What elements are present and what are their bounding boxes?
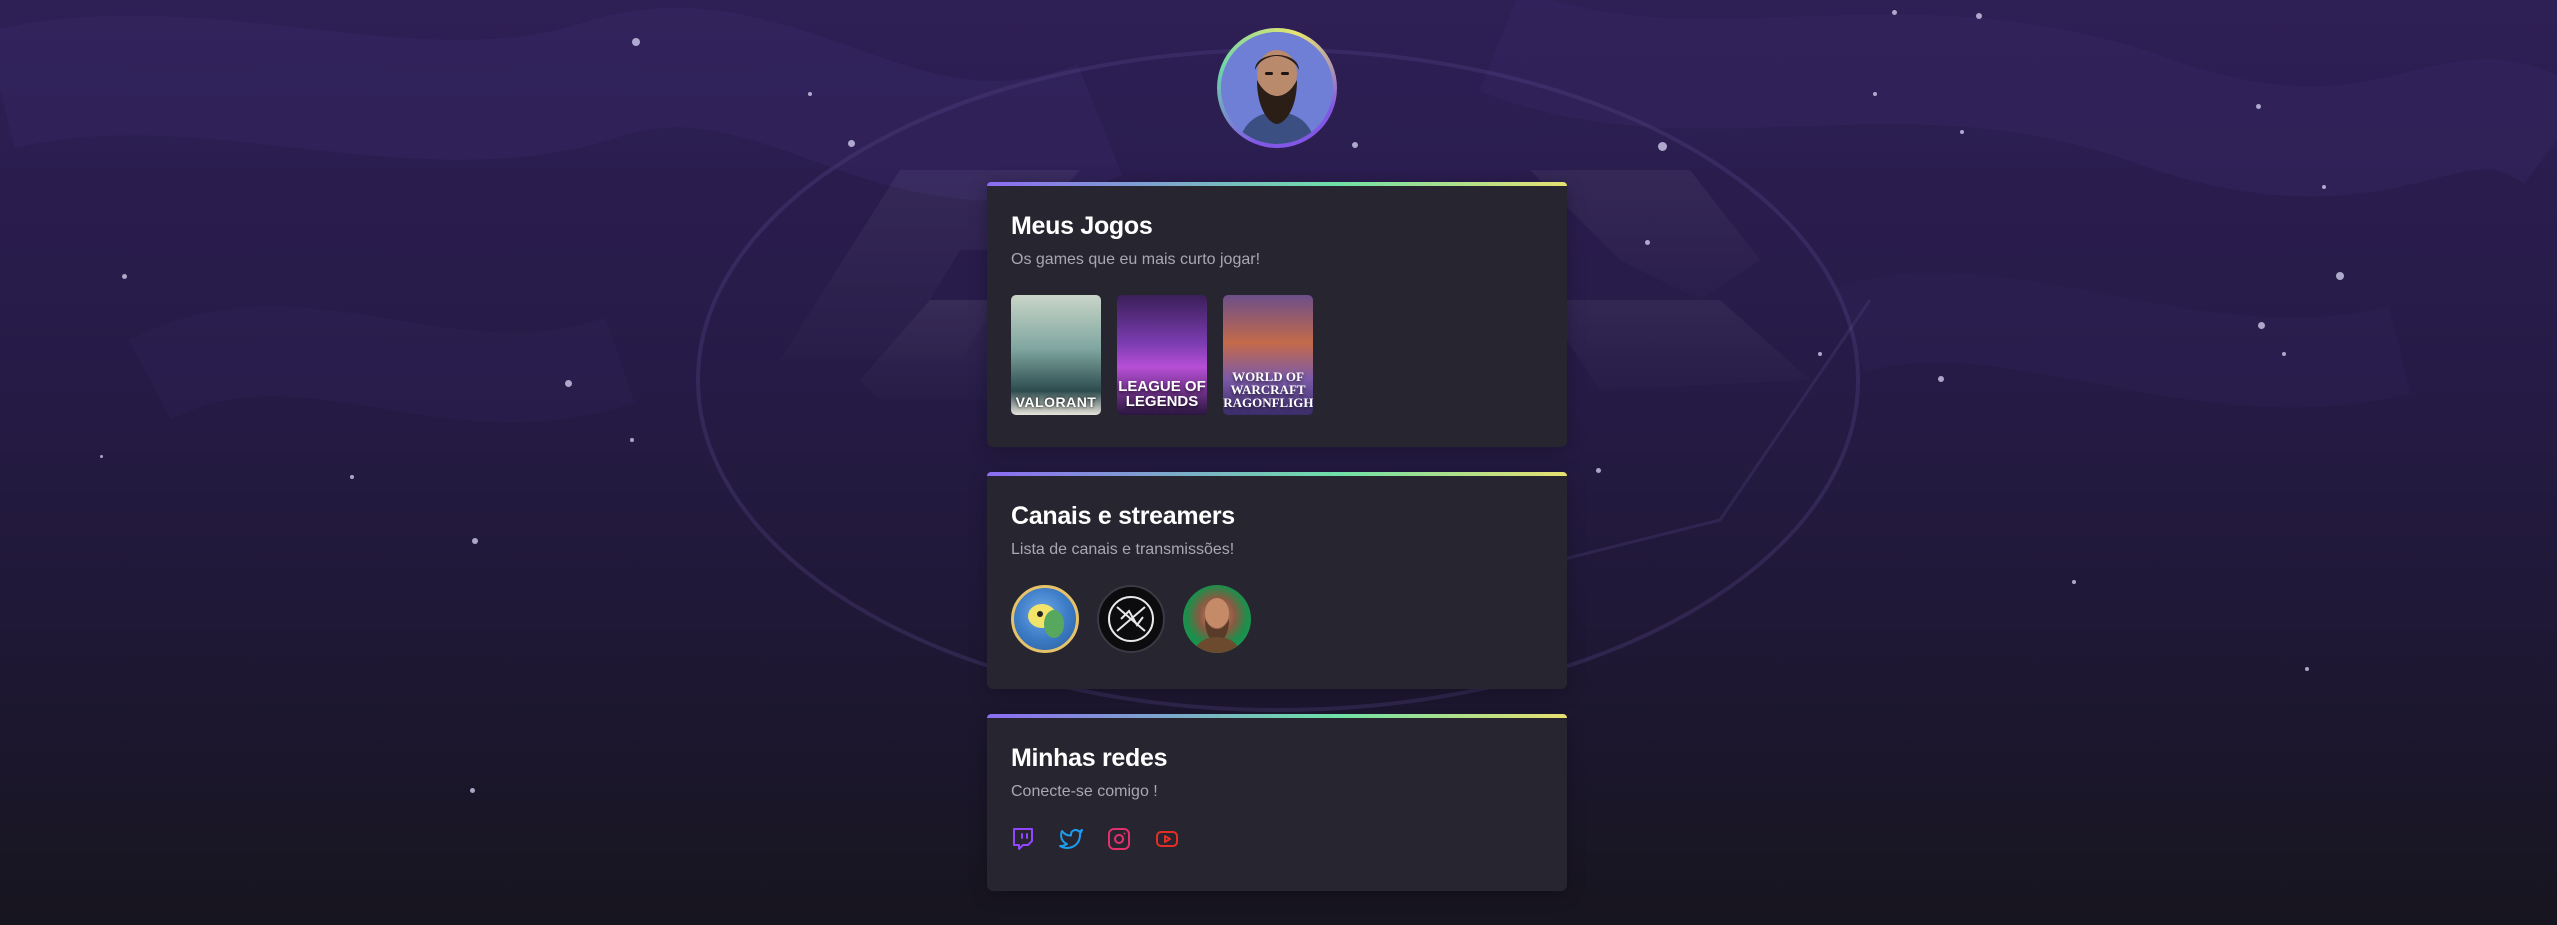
- game-cover-label: LEAGUE OF LEGENDS: [1118, 378, 1206, 410]
- games-card: Meus Jogos Os games que eu mais curto jo…: [987, 182, 1567, 447]
- profile-avatar-ring: [1217, 28, 1337, 148]
- socials-card: Minhas redes Conecte-se comigo !: [987, 714, 1567, 891]
- socials-card-subtitle: Conecte-se comigo !: [1011, 783, 1158, 800]
- profile-avatar-image: [1221, 32, 1333, 144]
- channel-avatar-2[interactable]: [1097, 585, 1165, 653]
- channels-card-title: Canais e streamers: [1011, 502, 1235, 530]
- twitch-icon[interactable]: [1011, 827, 1035, 851]
- channel-avatar-3[interactable]: [1183, 585, 1251, 653]
- game-cover-valorant[interactable]: VALORANT: [1011, 295, 1101, 415]
- socials-card-title: Minhas redes: [1011, 744, 1168, 772]
- instagram-icon[interactable]: [1107, 827, 1131, 851]
- channel-avatar-1[interactable]: [1011, 585, 1079, 653]
- channels-list: [1011, 585, 1543, 653]
- channels-card-subtitle: Lista de canais e transmissões!: [1011, 541, 1235, 558]
- channel-avatar-3-image: [1193, 598, 1241, 653]
- channel-avatar-2-image: [1108, 596, 1154, 642]
- games-card-title: Meus Jogos: [1011, 212, 1153, 240]
- games-list: VALORANT LEAGUE OF LEGENDS WORLD OF WARC…: [1011, 295, 1543, 415]
- game-cover-label: VALORANT: [1015, 394, 1097, 410]
- game-cover-label: WORLD OF WARCRAFT DRAGONFLIGHT: [1223, 369, 1313, 410]
- profile-avatar: [1221, 32, 1333, 144]
- game-cover-world-of-warcraft[interactable]: WORLD OF WARCRAFT DRAGONFLIGHT: [1223, 295, 1313, 415]
- games-card-subtitle: Os games que eu mais curto jogar!: [1011, 251, 1261, 268]
- social-links: [1011, 827, 1543, 851]
- youtube-icon[interactable]: [1155, 827, 1179, 851]
- twitter-icon[interactable]: [1059, 827, 1083, 851]
- game-cover-league-of-legends[interactable]: LEAGUE OF LEGENDS: [1117, 295, 1207, 415]
- channels-card: Canais e streamers Lista de canais e tra…: [987, 472, 1567, 689]
- channel-avatar-1-image: [1028, 604, 1064, 638]
